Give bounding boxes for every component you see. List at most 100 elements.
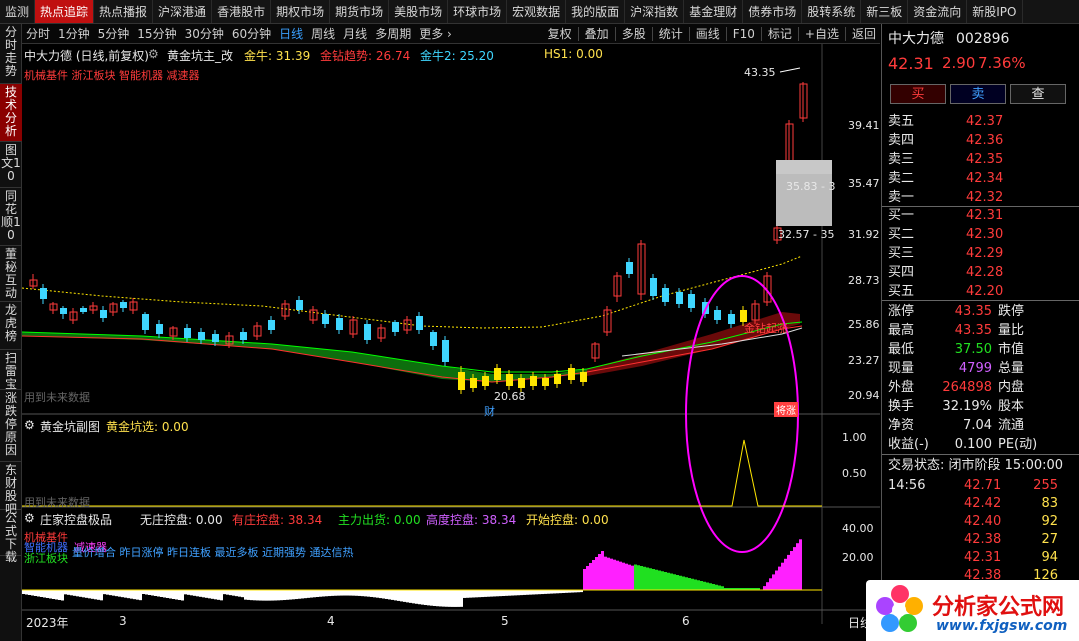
left-strip-tab[interactable]: 东财股吧 xyxy=(0,462,22,516)
sub2-bar xyxy=(544,590,547,594)
main-indicator-name[interactable]: 黄金坑主_改 xyxy=(167,47,233,64)
left-strip-tab[interactable]: 龙虎榜 xyxy=(0,302,22,350)
tool-button[interactable]: F10 xyxy=(729,27,759,41)
top-menu-item[interactable]: 沪深港通 xyxy=(153,0,213,23)
buy-button[interactable]: 买 xyxy=(890,84,946,104)
period-button[interactable]: 月线 xyxy=(339,25,371,42)
period-button[interactable]: 15分钟 xyxy=(133,25,180,42)
sub2-bar xyxy=(22,590,25,594)
left-strip-tab[interactable]: 分时走势 xyxy=(0,24,22,84)
top-menu-item[interactable]: 香港股市 xyxy=(212,0,272,23)
left-strip-tab[interactable]: 图文10 xyxy=(0,142,22,188)
top-menu-item[interactable]: 期货市场 xyxy=(330,0,390,23)
left-strip-tab[interactable]: 涨跌停原因 xyxy=(0,390,22,462)
sub2-bar xyxy=(454,590,457,607)
tool-button[interactable]: 标记 xyxy=(764,25,796,42)
sub2-bar xyxy=(277,590,280,601)
top-menu-item[interactable]: 我的版面 xyxy=(566,0,626,23)
sell-button[interactable]: 卖 xyxy=(950,84,1006,104)
top-menu-item[interactable]: 热点追踪 xyxy=(35,0,95,23)
period-button[interactable]: 1分钟 xyxy=(54,25,94,42)
period-button[interactable]: 周线 xyxy=(307,25,339,42)
candle-body xyxy=(120,302,127,308)
sub2-bar xyxy=(721,586,724,590)
bid-row[interactable]: 买五 42.20 xyxy=(882,282,1079,301)
tool-button[interactable]: 统计 xyxy=(655,25,687,42)
sub2-bar xyxy=(415,590,418,604)
ask-row[interactable]: 卖三 42.35 xyxy=(882,150,1079,169)
ask-row[interactable]: 卖五 42.37 xyxy=(882,112,1079,131)
sub1-title[interactable]: 黄金坑副图 xyxy=(40,418,100,435)
tool-button[interactable]: 叠加 xyxy=(581,25,613,42)
ask-row[interactable]: 卖四 42.36 xyxy=(882,131,1079,150)
top-menu-item[interactable]: 股转系统 xyxy=(802,0,862,23)
period-button[interactable]: 5分钟 xyxy=(94,25,134,42)
left-strip-tab[interactable]: 董秘互动 xyxy=(0,246,22,302)
sub2-bar xyxy=(511,590,514,596)
sub2-bar xyxy=(496,590,499,597)
sub2-bar xyxy=(247,590,250,600)
sub2-bar xyxy=(178,590,181,600)
tick-row: 14:56 42.71 255 xyxy=(882,476,1079,495)
left-strip-tab[interactable]: 同花顺10 xyxy=(0,188,22,246)
tool-button[interactable]: 多股 xyxy=(618,25,650,42)
top-menu-item[interactable]: 新三板 xyxy=(861,0,909,23)
top-menu-item[interactable]: 沪深指数 xyxy=(625,0,685,23)
sub2-bar xyxy=(190,590,193,596)
period-button[interactable]: 多周期 xyxy=(371,25,415,42)
sub2-bar xyxy=(538,590,541,595)
tick-price: 42.42 xyxy=(964,496,1002,511)
period-button[interactable]: 30分钟 xyxy=(181,25,228,42)
top-menu-item[interactable]: 热点播报 xyxy=(94,0,154,23)
sub2-bar xyxy=(292,590,295,600)
bid-row[interactable]: 买三 42.29 xyxy=(882,244,1079,263)
tool-button[interactable]: 画线 xyxy=(692,25,724,42)
top-menu-item[interactable]: 宏观数据 xyxy=(507,0,567,23)
top-menu-item[interactable]: 资金流向 xyxy=(908,0,968,23)
sub2-bar xyxy=(763,586,766,590)
ask-level: 卖一 xyxy=(888,190,915,205)
sub2-bar xyxy=(694,579,697,590)
bid-row[interactable]: 买二 42.30 xyxy=(882,225,1079,244)
tool-button[interactable]: +自选 xyxy=(801,25,843,42)
top-menu-item[interactable]: 债券市场 xyxy=(743,0,803,23)
sub2-bar xyxy=(250,590,253,601)
top-menu-item[interactable]: 基金理财 xyxy=(684,0,744,23)
top-menu-item[interactable]: 环球市场 xyxy=(448,0,508,23)
sub2-bar xyxy=(427,590,430,606)
stat-label-2: 股本 xyxy=(998,399,1025,414)
period-button[interactable]: 日线 xyxy=(275,25,307,42)
sub2-bar xyxy=(274,590,277,601)
sub2-bar xyxy=(34,590,37,596)
top-menu-item[interactable]: 新股IPO xyxy=(967,0,1023,23)
period-button[interactable]: 更多 › xyxy=(415,25,456,42)
sub2-bar xyxy=(151,590,154,596)
top-menu-item[interactable]: 监测 xyxy=(0,0,36,23)
period-button[interactable]: 60分钟 xyxy=(228,25,275,42)
left-strip-tab[interactable]: 公式下载 xyxy=(0,510,22,564)
sub1-gear-icon[interactable]: ⚙ xyxy=(24,418,35,432)
sub2-bar xyxy=(154,590,157,596)
tick-row: 42.40 92 xyxy=(882,512,1079,531)
tick-volume: 94 xyxy=(1041,550,1058,565)
top-menu-item[interactable]: 美股市场 xyxy=(389,0,449,23)
candle-body xyxy=(458,372,465,390)
sub2-title[interactable]: 庄家控盘极品 xyxy=(40,511,112,528)
ask-row[interactable]: 卖一 42.32 xyxy=(882,188,1079,207)
ask-level: 卖三 xyxy=(888,152,915,167)
bid-row[interactable]: 买四 42.28 xyxy=(882,263,1079,282)
sub2-bar xyxy=(265,590,268,601)
sub2-bar xyxy=(487,590,490,597)
tool-button[interactable]: 复权 xyxy=(544,25,576,42)
tool-button[interactable]: 返回 xyxy=(848,25,880,42)
kline-chart-area[interactable]: 中大力德 (日线,前复权) ⚙ 黄金坑主_改 金牛: 31.39 金钻趋势: 2… xyxy=(22,44,880,641)
period-button[interactable]: 分时 xyxy=(22,25,54,42)
left-strip-tab[interactable]: 技术分析 xyxy=(0,84,22,142)
ask-row[interactable]: 卖二 42.34 xyxy=(882,169,1079,188)
bid-row[interactable]: 买一 42.31 xyxy=(882,206,1079,225)
left-strip-tab[interactable]: 扫雷宝 xyxy=(0,350,22,391)
query-button[interactable]: 查 xyxy=(1010,84,1066,104)
gear-icon[interactable]: ⚙ xyxy=(148,47,159,61)
top-menu-item[interactable]: 期权市场 xyxy=(271,0,331,23)
sub2-gear-icon[interactable]: ⚙ xyxy=(24,511,35,525)
